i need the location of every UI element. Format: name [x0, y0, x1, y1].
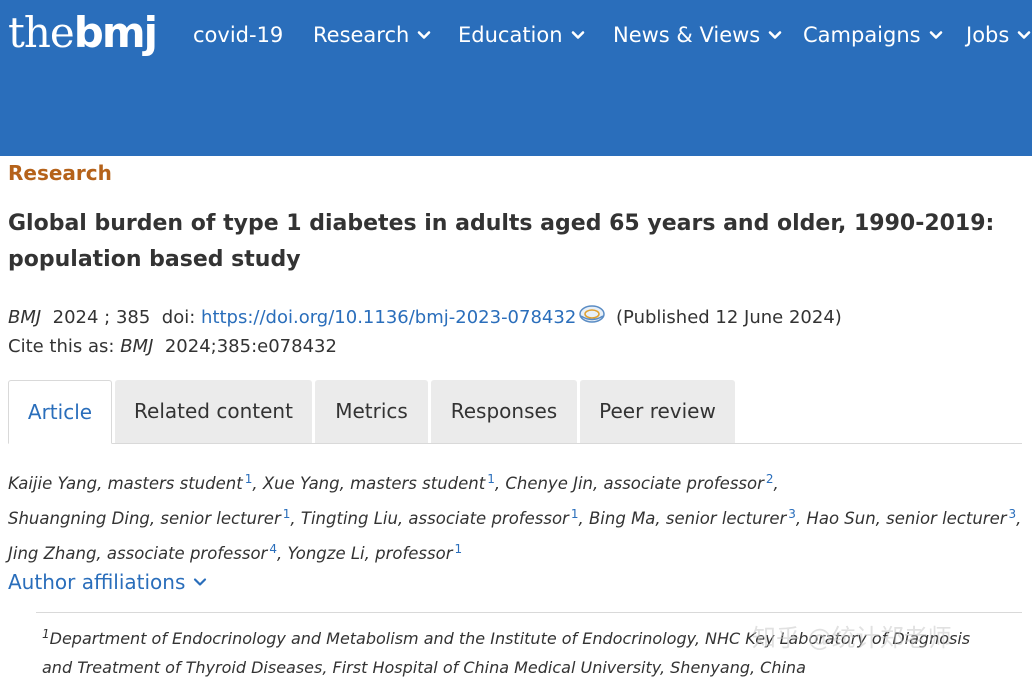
bmj-logo[interactable]: thebmj [8, 8, 158, 58]
author[interactable]: Tingting Liu, associate professor 1 [300, 507, 579, 528]
logo-the: the [8, 8, 75, 57]
author-name: Hao Sun, senior lecturer [806, 509, 1007, 528]
nav-news-views[interactable]: News & Views [613, 20, 782, 50]
nav-label: News & Views [613, 23, 761, 47]
author[interactable]: Kaijie Yang, masters student 1 [8, 472, 253, 493]
tab-related-content[interactable]: Related content [115, 380, 312, 443]
affiliation-ref[interactable]: 1 [571, 507, 579, 521]
affiliation-ref[interactable]: 4 [269, 542, 277, 556]
affiliation-ref[interactable]: 1 [454, 542, 462, 556]
doi-label: doi: [161, 307, 196, 328]
author[interactable]: Jing Zhang, associate professor 4 [8, 542, 277, 563]
citation-line: BMJ 2024 ; 385 doi: https://doi.org/10.1… [8, 303, 842, 332]
author-affiliations-toggle[interactable]: Author affiliations [8, 568, 207, 596]
chevron-down-icon [193, 575, 207, 589]
cite-label: Cite this as: [8, 336, 115, 357]
tab-metrics[interactable]: Metrics [315, 380, 428, 443]
affiliation-ref[interactable]: 1 [283, 507, 291, 521]
affiliation-ref[interactable]: 2 [766, 472, 774, 486]
article-tabs: Article Related content Metrics Response… [8, 380, 1022, 444]
affiliation-ref[interactable]: 3 [788, 507, 796, 521]
article-title: Global burden of type 1 diabetes in adul… [8, 211, 995, 272]
cite-ref: 2024;385:e078432 [164, 336, 337, 357]
author-name: Bing Ma, senior lecturer [588, 509, 787, 528]
tab-article[interactable]: Article [8, 380, 112, 444]
author[interactable]: Shuangning Ding, senior lecturer 1 [8, 507, 291, 528]
author-name: Chenye Jin, associate professor [505, 474, 764, 493]
site-header: thebmj covid-19 Research Education News … [0, 0, 1032, 156]
chevron-down-icon [1017, 28, 1031, 42]
tab-responses[interactable]: Responses [431, 380, 577, 443]
year-volume: 2024 ; 385 [52, 307, 151, 328]
author[interactable]: Hao Sun, senior lecturer 3 [806, 507, 1017, 528]
nav-label: Campaigns [803, 23, 921, 47]
nav-label: Education [458, 23, 563, 47]
affiliations-label: Author affiliations [8, 570, 186, 594]
divider [36, 612, 1022, 613]
author[interactable]: Xue Yang, masters student 1 [262, 472, 495, 493]
affiliation-ref[interactable]: 1 [245, 472, 253, 486]
cite-as-line: Cite this as: BMJ 2024;385:e078432 [8, 333, 337, 361]
altmetric-icon[interactable] [578, 303, 606, 325]
nav-label: Research [313, 23, 410, 47]
chevron-down-icon [571, 28, 585, 42]
affiliation-number: 1 [42, 627, 50, 641]
chevron-down-icon [417, 28, 431, 42]
nav-research[interactable]: Research [313, 20, 431, 50]
author-name: Jing Zhang, associate professor [8, 544, 268, 563]
nav-covid-19[interactable]: covid-19 [193, 20, 283, 50]
author[interactable]: Bing Ma, senior lecturer 3 [588, 507, 796, 528]
logo-bmj: bmj [73, 8, 158, 57]
affiliation-ref[interactable]: 3 [1009, 507, 1017, 521]
section-label[interactable]: Research [8, 160, 112, 186]
author[interactable]: Yongze Li, professor 1 [287, 542, 462, 563]
nav-education[interactable]: Education [458, 20, 585, 50]
author-name: Yongze Li, professor [287, 544, 453, 563]
journal-name: BMJ [8, 307, 42, 328]
author-name: Shuangning Ding, senior lecturer [8, 509, 281, 528]
nav-label: Jobs [966, 23, 1010, 47]
published-date: (Published 12 June 2024) [616, 307, 842, 328]
tab-peer-review[interactable]: Peer review [580, 380, 735, 443]
author-list: Kaijie Yang, masters student 1, Xue Yang,… [8, 472, 1022, 563]
nav-jobs[interactable]: Jobs [966, 20, 1031, 50]
author-name: Kaijie Yang, masters student [8, 474, 243, 493]
cite-journal: BMJ [120, 336, 154, 357]
nav-label: covid-19 [193, 23, 284, 47]
nav-campaigns[interactable]: Campaigns [803, 20, 943, 50]
chevron-down-icon [929, 28, 943, 42]
doi-link[interactable]: https://doi.org/10.1136/bmj-2023-078432 [201, 307, 576, 328]
chevron-down-icon [768, 28, 782, 42]
author-name: Xue Yang, masters student [262, 474, 486, 493]
affiliation-ref[interactable]: 1 [487, 472, 495, 486]
author[interactable]: Chenye Jin, associate professor 2 [505, 472, 774, 493]
watermark: 知乎 @统计郑老师 [752, 624, 952, 652]
author-name: Tingting Liu, associate professor [300, 509, 569, 528]
